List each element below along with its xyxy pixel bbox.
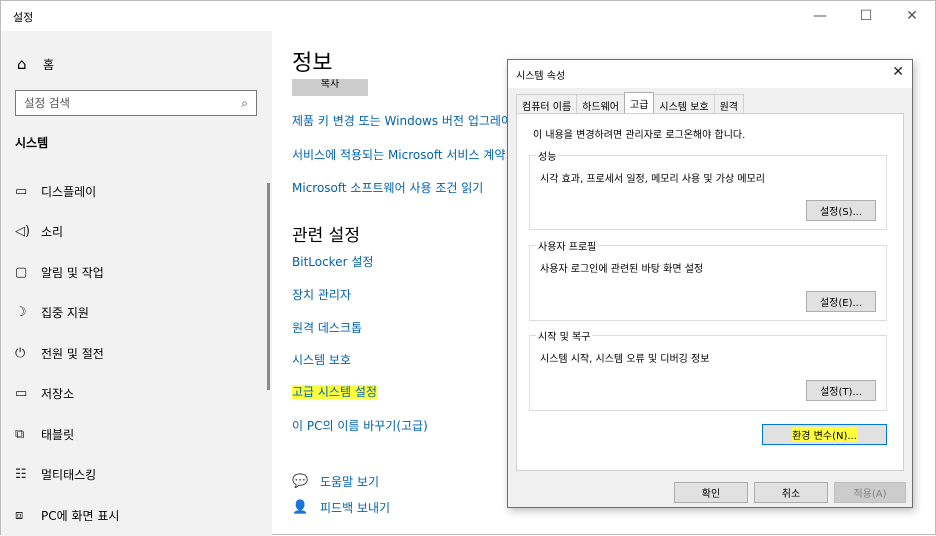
sidebar-item-notifications[interactable]: ▢ 알림 및 작업 bbox=[1, 252, 272, 293]
sidebar-item-label: 태블릿 bbox=[41, 427, 75, 442]
advanced-system-settings-link[interactable]: 고급 시스템 설정 bbox=[292, 383, 377, 400]
home-label: 홈 bbox=[43, 57, 55, 72]
user-profiles-title: 사용자 프로필 bbox=[536, 238, 599, 253]
user-profiles-settings-button[interactable]: 설정(E)... bbox=[806, 291, 876, 312]
user-profiles-desc: 사용자 로그인에 관련된 바탕 화면 설정 bbox=[540, 264, 704, 275]
product-key-link[interactable]: 제품 키 변경 또는 Windows 버전 업그레이드 bbox=[292, 112, 523, 129]
power-icon: ⏻ bbox=[15, 345, 26, 361]
performance-settings-button[interactable]: 설정(S)... bbox=[806, 200, 876, 221]
window-controls: — ☐ ✕ bbox=[797, 1, 935, 31]
close-icon[interactable]: ✕ bbox=[892, 64, 904, 80]
tab-system-protection[interactable]: 시스템 보호 bbox=[653, 94, 715, 113]
sidebar-item-label: 멀티태스킹 bbox=[41, 468, 97, 483]
monitor-icon: ▭ bbox=[15, 183, 28, 199]
cancel-button[interactable]: 취소 bbox=[754, 482, 828, 503]
related-settings-heading: 관련 설정 bbox=[292, 226, 360, 246]
bitlocker-link[interactable]: BitLocker 설정 bbox=[292, 253, 373, 270]
feedback-icon: 👤 bbox=[292, 500, 309, 515]
multitasking-icon: ☷ bbox=[15, 467, 27, 483]
sidebar-scrollbar[interactable] bbox=[267, 183, 270, 390]
help-link[interactable]: 💬 도움말 보기 bbox=[292, 473, 379, 490]
minimize-icon[interactable]: — bbox=[797, 1, 843, 31]
license-terms-link[interactable]: Microsoft 소프트웨어 사용 조건 읽기 bbox=[292, 179, 483, 196]
dialog-titlebar: 시스템 속성 ✕ bbox=[508, 60, 912, 88]
apply-button[interactable]: 적용(A) bbox=[834, 482, 906, 503]
help-label: 도움말 보기 bbox=[320, 475, 380, 489]
project-icon: ⧈ bbox=[15, 507, 24, 523]
search-icon[interactable]: ⌕ bbox=[241, 96, 248, 111]
sidebar-item-multitasking[interactable]: ☷ 멀티태스킹 bbox=[1, 455, 272, 496]
sidebar-item-label: 저장소 bbox=[41, 387, 75, 402]
search-input[interactable]: 설정 검색 ⌕ bbox=[15, 90, 257, 116]
ok-button[interactable]: 확인 bbox=[674, 482, 748, 503]
performance-group: 성능 시각 효과, 프로세서 일정, 메모리 사용 및 가상 메모리 설정(S)… bbox=[529, 148, 887, 230]
sidebar-item-label: 전원 및 절전 bbox=[41, 346, 104, 361]
tab-computer-name[interactable]: 컴퓨터 이름 bbox=[516, 94, 578, 113]
maximize-icon[interactable]: ☐ bbox=[843, 1, 889, 31]
sidebar-item-project[interactable]: ⧈ PC에 화면 표시 bbox=[1, 495, 272, 536]
sidebar-item-label: PC에 화면 표시 bbox=[41, 508, 120, 523]
sidebar-item-storage[interactable]: ▭ 저장소 bbox=[1, 374, 272, 415]
help-icon: 💬 bbox=[292, 474, 309, 489]
sidebar-item-label: 소리 bbox=[41, 225, 64, 240]
tablet-icon: ⧉ bbox=[15, 426, 25, 442]
environment-variables-button[interactable]: 환경 변수(N)... bbox=[762, 424, 887, 445]
rename-pc-link[interactable]: 이 PC의 이름 바꾸기(고급) bbox=[292, 417, 428, 434]
sidebar-item-label: 집중 지원 bbox=[41, 306, 89, 321]
tab-hardware[interactable]: 하드웨어 bbox=[576, 94, 625, 113]
remote-desktop-link[interactable]: 원격 데스크톱 bbox=[292, 319, 362, 336]
dialog-title: 시스템 속성 bbox=[516, 71, 566, 82]
tab-advanced[interactable]: 고급 bbox=[624, 92, 655, 113]
close-icon[interactable]: ✕ bbox=[889, 1, 935, 31]
startup-recovery-title: 시작 및 복구 bbox=[536, 328, 593, 343]
window-title: 설정 bbox=[13, 11, 34, 24]
dialog-tabs: 컴퓨터 이름 하드웨어 고급 시스템 보호 원격 bbox=[516, 92, 744, 113]
search-placeholder: 설정 검색 bbox=[24, 96, 70, 110]
startup-recovery-desc: 시스템 시작, 시스템 오류 및 디버깅 정보 bbox=[540, 354, 710, 365]
page-title: 정보 bbox=[292, 51, 333, 76]
system-properties-dialog: 시스템 속성 ✕ 컴퓨터 이름 하드웨어 고급 시스템 보호 원격 이 내용을 … bbox=[507, 59, 913, 508]
sidebar-item-label: 알림 및 작업 bbox=[41, 265, 104, 280]
home-icon: ⌂ bbox=[17, 55, 27, 73]
sidebar-item-display[interactable]: ▭ 디스플레이 bbox=[1, 171, 272, 212]
system-protection-link[interactable]: 시스템 보호 bbox=[292, 351, 351, 368]
advanced-system-settings-label: 고급 시스템 설정 bbox=[292, 385, 377, 399]
storage-icon: ▭ bbox=[15, 386, 28, 402]
sidebar-heading: 시스템 bbox=[15, 136, 49, 150]
sidebar-nav: ▭ 디스플레이 ◁) 소리 ▢ 알림 및 작업 ☽ 집중 지원 ⏻ 전원 및 절전 ▭ 저장… bbox=[1, 171, 272, 536]
user-profiles-group: 사용자 프로필 사용자 로그인에 관련된 바탕 화면 설정 설정(E)... bbox=[529, 238, 887, 321]
copy-button[interactable]: 복사 bbox=[292, 79, 368, 96]
sidebar-item-power[interactable]: ⏻ 전원 및 절전 bbox=[1, 333, 272, 374]
services-agreement-link[interactable]: 서비스에 적용되는 Microsoft 서비스 계약 읽기 bbox=[292, 146, 531, 163]
feedback-link[interactable]: 👤 피드백 보내기 bbox=[292, 499, 390, 516]
startup-recovery-settings-button[interactable]: 설정(T)... bbox=[806, 380, 876, 401]
advanced-tab-panel: 이 내용을 변경하려면 관리자로 로그온해야 합니다. 성능 시각 효과, 프로… bbox=[516, 113, 904, 471]
environment-variables-label: 환경 변수(N)... bbox=[792, 427, 857, 442]
home-link[interactable]: ⌂ 홈 bbox=[17, 55, 54, 73]
sidebar-item-focus-assist[interactable]: ☽ 집중 지원 bbox=[1, 293, 272, 334]
admin-note: 이 내용을 변경하려면 관리자로 로그온해야 합니다. bbox=[533, 130, 746, 141]
performance-title: 성능 bbox=[536, 148, 559, 163]
device-manager-link[interactable]: 장치 관리자 bbox=[292, 286, 351, 303]
tab-remote[interactable]: 원격 bbox=[713, 94, 744, 113]
feedback-label: 피드백 보내기 bbox=[320, 501, 391, 515]
startup-recovery-group: 시작 및 복구 시스템 시작, 시스템 오류 및 디버깅 정보 설정(T)... bbox=[529, 328, 887, 411]
sidebar: ⌂ 홈 설정 검색 ⌕ 시스템 ▭ 디스플레이 ◁) 소리 ▢ 알림 및 작업 ☽ 집중… bbox=[1, 31, 272, 536]
sidebar-item-tablet[interactable]: ⧉ 태블릿 bbox=[1, 414, 272, 455]
performance-desc: 시각 효과, 프로세서 일정, 메모리 사용 및 가상 메모리 bbox=[540, 174, 765, 185]
moon-icon: ☽ bbox=[15, 305, 27, 321]
speaker-icon: ◁) bbox=[15, 224, 31, 240]
sidebar-item-label: 디스플레이 bbox=[41, 184, 97, 199]
sidebar-item-sound[interactable]: ◁) 소리 bbox=[1, 212, 272, 253]
notification-icon: ▢ bbox=[15, 264, 28, 280]
